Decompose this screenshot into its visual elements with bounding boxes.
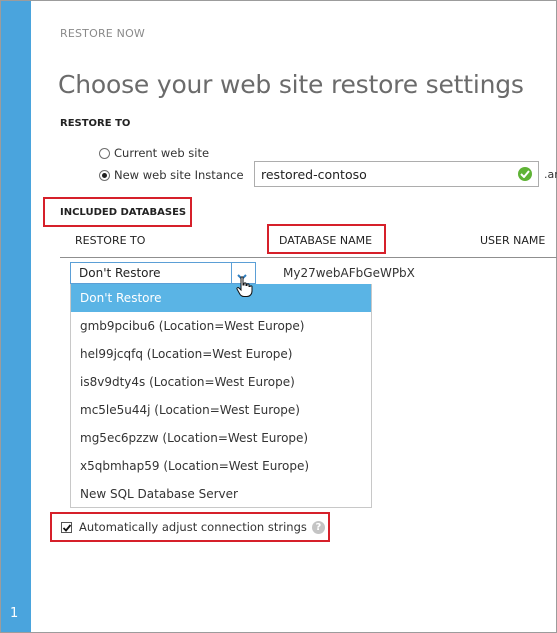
dialog-eyebrow: RESTORE NOW bbox=[60, 27, 146, 40]
dropdown-option[interactable]: New SQL Database Server bbox=[71, 480, 371, 508]
step-sidebar: 1 bbox=[1, 1, 31, 632]
radio-current-label: Current web site bbox=[114, 146, 210, 160]
column-header-restore-to: RESTORE TO bbox=[75, 234, 146, 247]
column-header-user-name: USER NAME bbox=[480, 234, 546, 247]
radio-new-label: New web site Instance bbox=[114, 168, 244, 182]
instance-name-input[interactable]: restored-contoso bbox=[254, 161, 539, 187]
dropdown-option[interactable]: is8v9dty4s (Location=West Europe) bbox=[71, 368, 371, 396]
instance-name-value: restored-contoso bbox=[261, 167, 367, 182]
step-number: 1 bbox=[10, 606, 19, 621]
auto-adjust-checkbox[interactable] bbox=[61, 521, 72, 533]
auto-adjust-label: Automatically adjust connection strings bbox=[79, 520, 307, 534]
radio-button-checked[interactable] bbox=[99, 169, 110, 181]
dropdown-option[interactable]: gmb9pcibu6 (Location=West Europe) bbox=[71, 312, 371, 340]
auto-adjust-option[interactable]: Automatically adjust connection strings … bbox=[61, 520, 325, 534]
column-header-database-name: DATABASE NAME bbox=[279, 234, 373, 247]
dropdown-option[interactable]: hel99jcqfq (Location=West Europe) bbox=[71, 340, 371, 368]
select-divider bbox=[231, 263, 232, 283]
restore-to-select[interactable]: Don't Restore bbox=[70, 262, 256, 284]
restore-to-dropdown-list: Don't Restore gmb9pcibu6 (Location=West … bbox=[70, 284, 372, 508]
dropdown-option[interactable]: mc5le5u44j (Location=West Europe) bbox=[71, 396, 371, 424]
help-icon[interactable]: ? bbox=[311, 520, 325, 534]
included-databases-label: INCLUDED DATABASES bbox=[60, 207, 187, 218]
radio-new-web-site-instance[interactable]: New web site Instance bbox=[99, 168, 244, 182]
select-value: Don't Restore bbox=[79, 266, 161, 280]
domain-suffix: .ar bbox=[544, 168, 557, 181]
hand-cursor-icon bbox=[236, 276, 253, 302]
check-circle-icon bbox=[518, 167, 532, 181]
radio-current-web-site[interactable]: Current web site bbox=[99, 146, 209, 160]
dropdown-option[interactable]: Don't Restore bbox=[71, 284, 371, 312]
dropdown-option[interactable]: x5qbmhap59 (Location=West Europe) bbox=[71, 452, 371, 480]
database-name-cell: My27webAFbGeWPbX bbox=[283, 266, 415, 280]
page-title: Choose your web site restore settings bbox=[58, 69, 524, 99]
radio-button[interactable] bbox=[99, 147, 110, 159]
table-header-divider bbox=[60, 257, 557, 258]
dropdown-option[interactable]: mg5ec6pzzw (Location=West Europe) bbox=[71, 424, 371, 452]
restore-to-label: RESTORE TO bbox=[60, 118, 131, 129]
